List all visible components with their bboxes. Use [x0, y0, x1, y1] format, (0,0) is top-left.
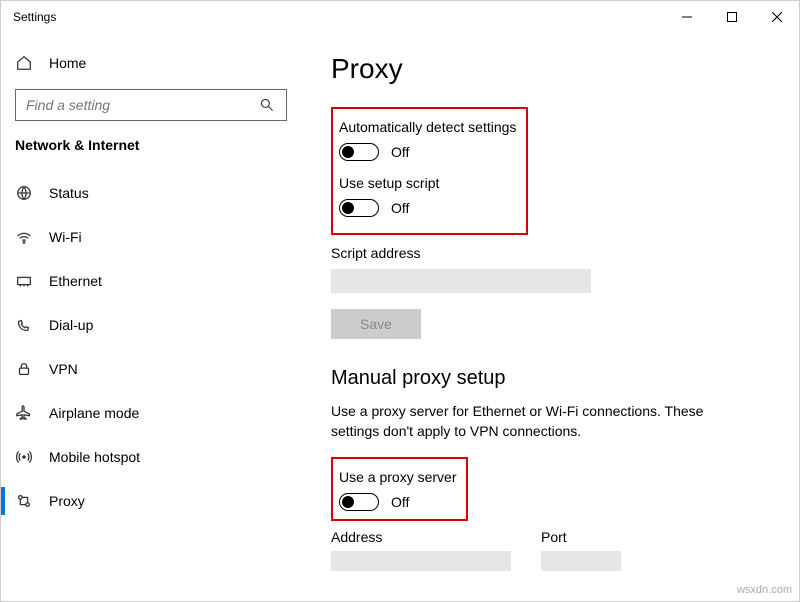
sidebar-item-label: Ethernet — [49, 273, 102, 289]
home-label: Home — [49, 55, 86, 71]
sidebar-item-label: Dial-up — [49, 317, 93, 333]
highlight-auto-section: Automatically detect settings Off Use se… — [331, 107, 528, 235]
window-title: Settings — [13, 10, 664, 24]
titlebar: Settings — [1, 1, 799, 33]
settings-window: Settings Home — [0, 0, 800, 602]
home-icon — [15, 54, 33, 72]
use-script-toggle[interactable] — [339, 199, 379, 217]
sidebar-item-label: Status — [49, 185, 89, 201]
toggle-knob — [342, 146, 354, 158]
sidebar-item-status[interactable]: Status — [1, 171, 301, 215]
hotspot-icon — [15, 448, 33, 466]
port-input[interactable] — [541, 551, 621, 571]
port-column: Port — [541, 529, 621, 571]
airplane-icon — [15, 404, 33, 422]
sidebar-item-ethernet[interactable]: Ethernet — [1, 259, 301, 303]
sidebar-item-proxy[interactable]: Proxy — [1, 479, 301, 523]
sidebar-item-label: Airplane mode — [49, 405, 139, 421]
address-column: Address — [331, 529, 511, 571]
minimize-icon — [682, 12, 692, 22]
address-port-row: Address Port — [331, 529, 769, 571]
address-label: Address — [331, 529, 511, 545]
sidebar-item-airplane[interactable]: Airplane mode — [1, 391, 301, 435]
home-button[interactable]: Home — [1, 45, 301, 81]
port-label: Port — [541, 529, 621, 545]
sidebar: Home Network & Internet Status Wi-Fi Eth… — [1, 33, 301, 601]
globe-icon — [15, 184, 33, 202]
maximize-button[interactable] — [709, 1, 754, 33]
search-input[interactable] — [15, 89, 287, 121]
page-title: Proxy — [331, 53, 769, 85]
watermark: wsxdn.com — [737, 584, 792, 596]
highlight-proxy-section: Use a proxy server Off — [331, 457, 468, 521]
toggle-knob — [342, 496, 354, 508]
auto-detect-toggle-row: Off — [339, 143, 516, 161]
sidebar-item-label: Mobile hotspot — [49, 449, 140, 465]
sidebar-item-vpn[interactable]: VPN — [1, 347, 301, 391]
use-script-toggle-row: Off — [339, 199, 516, 217]
save-button[interactable]: Save — [331, 309, 421, 339]
use-script-state: Off — [391, 200, 409, 216]
ethernet-icon — [15, 272, 33, 290]
vpn-icon — [15, 360, 33, 378]
auto-detect-toggle[interactable] — [339, 143, 379, 161]
sidebar-item-wifi[interactable]: Wi-Fi — [1, 215, 301, 259]
minimize-button[interactable] — [664, 1, 709, 33]
toggle-knob — [342, 202, 354, 214]
use-proxy-toggle[interactable] — [339, 493, 379, 511]
close-icon — [772, 12, 782, 22]
auto-detect-state: Off — [391, 144, 409, 160]
window-body: Home Network & Internet Status Wi-Fi Eth… — [1, 33, 799, 601]
use-proxy-state: Off — [391, 494, 409, 510]
search-icon — [258, 96, 276, 114]
script-address-label: Script address — [331, 245, 769, 261]
use-proxy-label: Use a proxy server — [339, 469, 456, 485]
category-heading: Network & Internet — [1, 137, 301, 153]
manual-heading: Manual proxy setup — [331, 367, 769, 390]
close-button[interactable] — [754, 1, 799, 33]
use-proxy-toggle-row: Off — [339, 493, 456, 511]
window-controls — [664, 1, 799, 33]
sidebar-item-hotspot[interactable]: Mobile hotspot — [1, 435, 301, 479]
script-address-input[interactable] — [331, 269, 591, 293]
sidebar-item-label: Wi-Fi — [49, 229, 82, 245]
dialup-icon — [15, 316, 33, 334]
address-input[interactable] — [331, 551, 511, 571]
maximize-icon — [727, 12, 737, 22]
use-script-label: Use setup script — [339, 175, 516, 191]
sidebar-item-label: VPN — [49, 361, 78, 377]
sidebar-item-dialup[interactable]: Dial-up — [1, 303, 301, 347]
wifi-icon — [15, 228, 33, 246]
content-pane: Proxy Automatically detect settings Off … — [301, 33, 799, 601]
search-field[interactable] — [26, 97, 258, 113]
auto-detect-label: Automatically detect settings — [339, 119, 516, 135]
manual-description: Use a proxy server for Ethernet or Wi-Fi… — [331, 402, 751, 441]
proxy-icon — [15, 492, 33, 510]
sidebar-item-label: Proxy — [49, 493, 85, 509]
